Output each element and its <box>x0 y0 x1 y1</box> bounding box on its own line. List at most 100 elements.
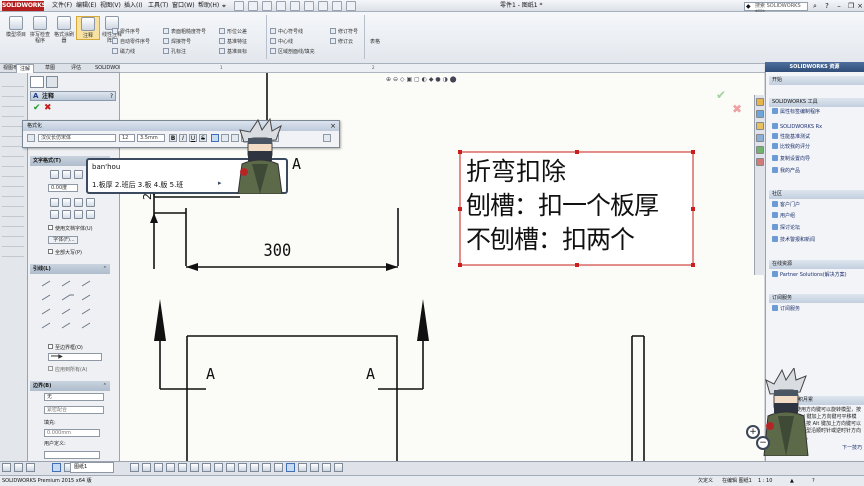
all-caps-checkbox[interactable]: 全部大写(P) <box>48 249 82 257</box>
strip-item[interactable] <box>2 160 24 167</box>
strip-item[interactable] <box>2 110 24 117</box>
section-solidworks-tools[interactable]: SOLIDWORKS 工具 <box>769 98 864 107</box>
hole-callout-button[interactable]: 孔标注 <box>163 48 186 56</box>
help-icon[interactable]: ? <box>110 92 113 101</box>
annotation-tool-icon[interactable] <box>298 463 307 472</box>
italic-button[interactable]: I <box>179 134 187 142</box>
strip-item[interactable] <box>2 120 24 127</box>
strip-item[interactable] <box>2 90 24 97</box>
sketch-tool-icon[interactable] <box>2 463 11 472</box>
save-icon[interactable] <box>262 1 272 11</box>
text-height-field[interactable]: 3.5mm <box>137 134 165 142</box>
view-orientation-icon[interactable]: ▢ <box>414 76 420 83</box>
annotation-tool-icon[interactable] <box>226 463 235 472</box>
design-library-tab-icon[interactable] <box>756 110 764 118</box>
insert-hyperlink-icon[interactable] <box>50 198 59 207</box>
appearances-tab-icon[interactable] <box>756 146 764 154</box>
font-button[interactable]: 字体(F)... <box>48 236 78 244</box>
annotation-tool-icon[interactable] <box>202 463 211 472</box>
align-center-icon[interactable] <box>62 170 71 179</box>
zoom-fit-icon[interactable]: ⊕ <box>386 76 391 83</box>
align-center-button[interactable] <box>221 134 229 142</box>
dimension-value[interactable]: 300 <box>264 241 292 261</box>
part-outline[interactable] <box>186 335 398 461</box>
units-icon[interactable]: ▲ <box>790 476 794 486</box>
apply-all-checkbox[interactable]: 应用到所有(A) <box>48 366 87 374</box>
font-select[interactable]: 汉仪长仿宋体 <box>38 134 116 142</box>
view-palette-tab-icon[interactable] <box>756 134 764 142</box>
border-fit-select[interactable]: 紧密配合 <box>44 406 104 414</box>
section-subscription[interactable]: 订阅服务 <box>769 294 864 303</box>
annotation-tool-icon[interactable] <box>130 463 139 472</box>
user-defined-field[interactable] <box>44 451 100 459</box>
side-view-outline[interactable] <box>631 335 645 461</box>
spell-check-button[interactable]: 拼写检查程序 <box>28 16 52 44</box>
annotation-tool-icon[interactable] <box>274 463 283 472</box>
online-partner-solutions[interactable]: Partner Solutions(解决方案) <box>772 271 847 279</box>
annotation-tool-icon[interactable] <box>178 463 187 472</box>
previous-view-icon[interactable]: ◇ <box>400 76 405 83</box>
centerline-button[interactable]: 中心线 <box>270 38 293 46</box>
annotation-tool-icon[interactable] <box>334 463 343 472</box>
use-doc-font-checkbox[interactable]: 使用文档字体(U) <box>48 225 93 233</box>
options-icon[interactable] <box>346 1 356 11</box>
scene-icon[interactable]: ◑ <box>443 76 448 83</box>
strip-item[interactable] <box>2 180 24 187</box>
section-getting-started[interactable]: 开始 <box>769 76 864 85</box>
underline-button[interactable]: U <box>189 134 197 142</box>
strip-item[interactable] <box>2 220 24 227</box>
subscription-services[interactable]: 订阅服务 <box>772 305 800 313</box>
menu-window[interactable]: 窗口(W) <box>172 1 195 11</box>
strip-item[interactable] <box>2 80 24 87</box>
status-scale[interactable]: 1 : 10 <box>758 476 772 486</box>
datum-target-button[interactable]: 基准目标 <box>219 48 247 56</box>
strip-item[interactable] <box>2 170 24 177</box>
sketch-tool-icon[interactable] <box>14 463 23 472</box>
annotation-tool-icon[interactable] <box>286 463 295 472</box>
section-arrow-right[interactable] <box>417 299 429 341</box>
auto-balloon-button[interactable]: 自动零件序号 <box>112 38 150 46</box>
dimension-arrow-down[interactable] <box>150 213 158 223</box>
collapse-icon[interactable]: ⌃ <box>103 264 107 274</box>
align-right-icon[interactable] <box>74 170 83 179</box>
dimension-arrow-left[interactable] <box>186 263 198 271</box>
font-size-select[interactable]: 12 <box>119 134 135 142</box>
display-style-icon[interactable]: ◐ <box>422 76 427 83</box>
new-icon[interactable] <box>234 1 244 11</box>
annotation-tool-icon[interactable] <box>322 463 331 472</box>
property-manager-tab-icon[interactable] <box>30 76 44 88</box>
center-mark-button[interactable]: 中心符号线 <box>270 28 303 36</box>
annotation-tool-icon[interactable] <box>238 463 247 472</box>
custom-properties-tab-icon[interactable] <box>756 158 764 166</box>
strip-item[interactable] <box>2 140 24 147</box>
geometric-tolerance-button[interactable]: 形位公差 <box>219 28 247 36</box>
sketch-tool-icon[interactable] <box>26 463 35 472</box>
close-icon[interactable]: × <box>856 1 864 11</box>
link-to-property-icon[interactable] <box>62 198 71 207</box>
arrow-style-select[interactable]: ━━▶ <box>48 353 102 361</box>
collapse-icon[interactable]: ⌃ <box>103 381 107 391</box>
tool-solidworks-rx[interactable]: SOLIDWORKS Rx <box>772 123 822 131</box>
strip-item[interactable] <box>2 100 24 107</box>
strip-item[interactable] <box>2 130 24 137</box>
revision-symbol-button[interactable]: 修订符号 <box>330 28 358 36</box>
note-button[interactable]: 注释 <box>76 16 100 40</box>
close-icon[interactable]: × <box>330 121 336 131</box>
datum-icon[interactable] <box>74 210 83 219</box>
confirm-corner-x-icon[interactable]: ✖ <box>732 102 742 116</box>
section-community[interactable]: 社区 <box>769 190 864 199</box>
select-icon[interactable] <box>304 1 314 11</box>
cancel-x-icon[interactable]: ✖ <box>44 103 52 113</box>
pin-icon[interactable]: ⌖ <box>222 1 226 11</box>
model-items-button[interactable]: 模型项目 <box>4 16 28 38</box>
strip-item[interactable] <box>2 200 24 207</box>
area-hatch-button[interactable]: 区域剖面线/填充 <box>270 48 315 56</box>
file-explorer-tab-icon[interactable] <box>756 122 764 130</box>
leader-section[interactable]: 引线(L) ⌃ <box>30 264 110 274</box>
file-properties-icon[interactable] <box>332 1 342 11</box>
sheet-tab[interactable]: 图纸1 <box>70 462 114 473</box>
print-icon[interactable] <box>276 1 286 11</box>
tab-evaluate[interactable]: 评估 <box>68 64 84 73</box>
section-label-top[interactable]: A <box>292 155 301 173</box>
menu-tools[interactable]: 工具(T) <box>148 1 168 11</box>
